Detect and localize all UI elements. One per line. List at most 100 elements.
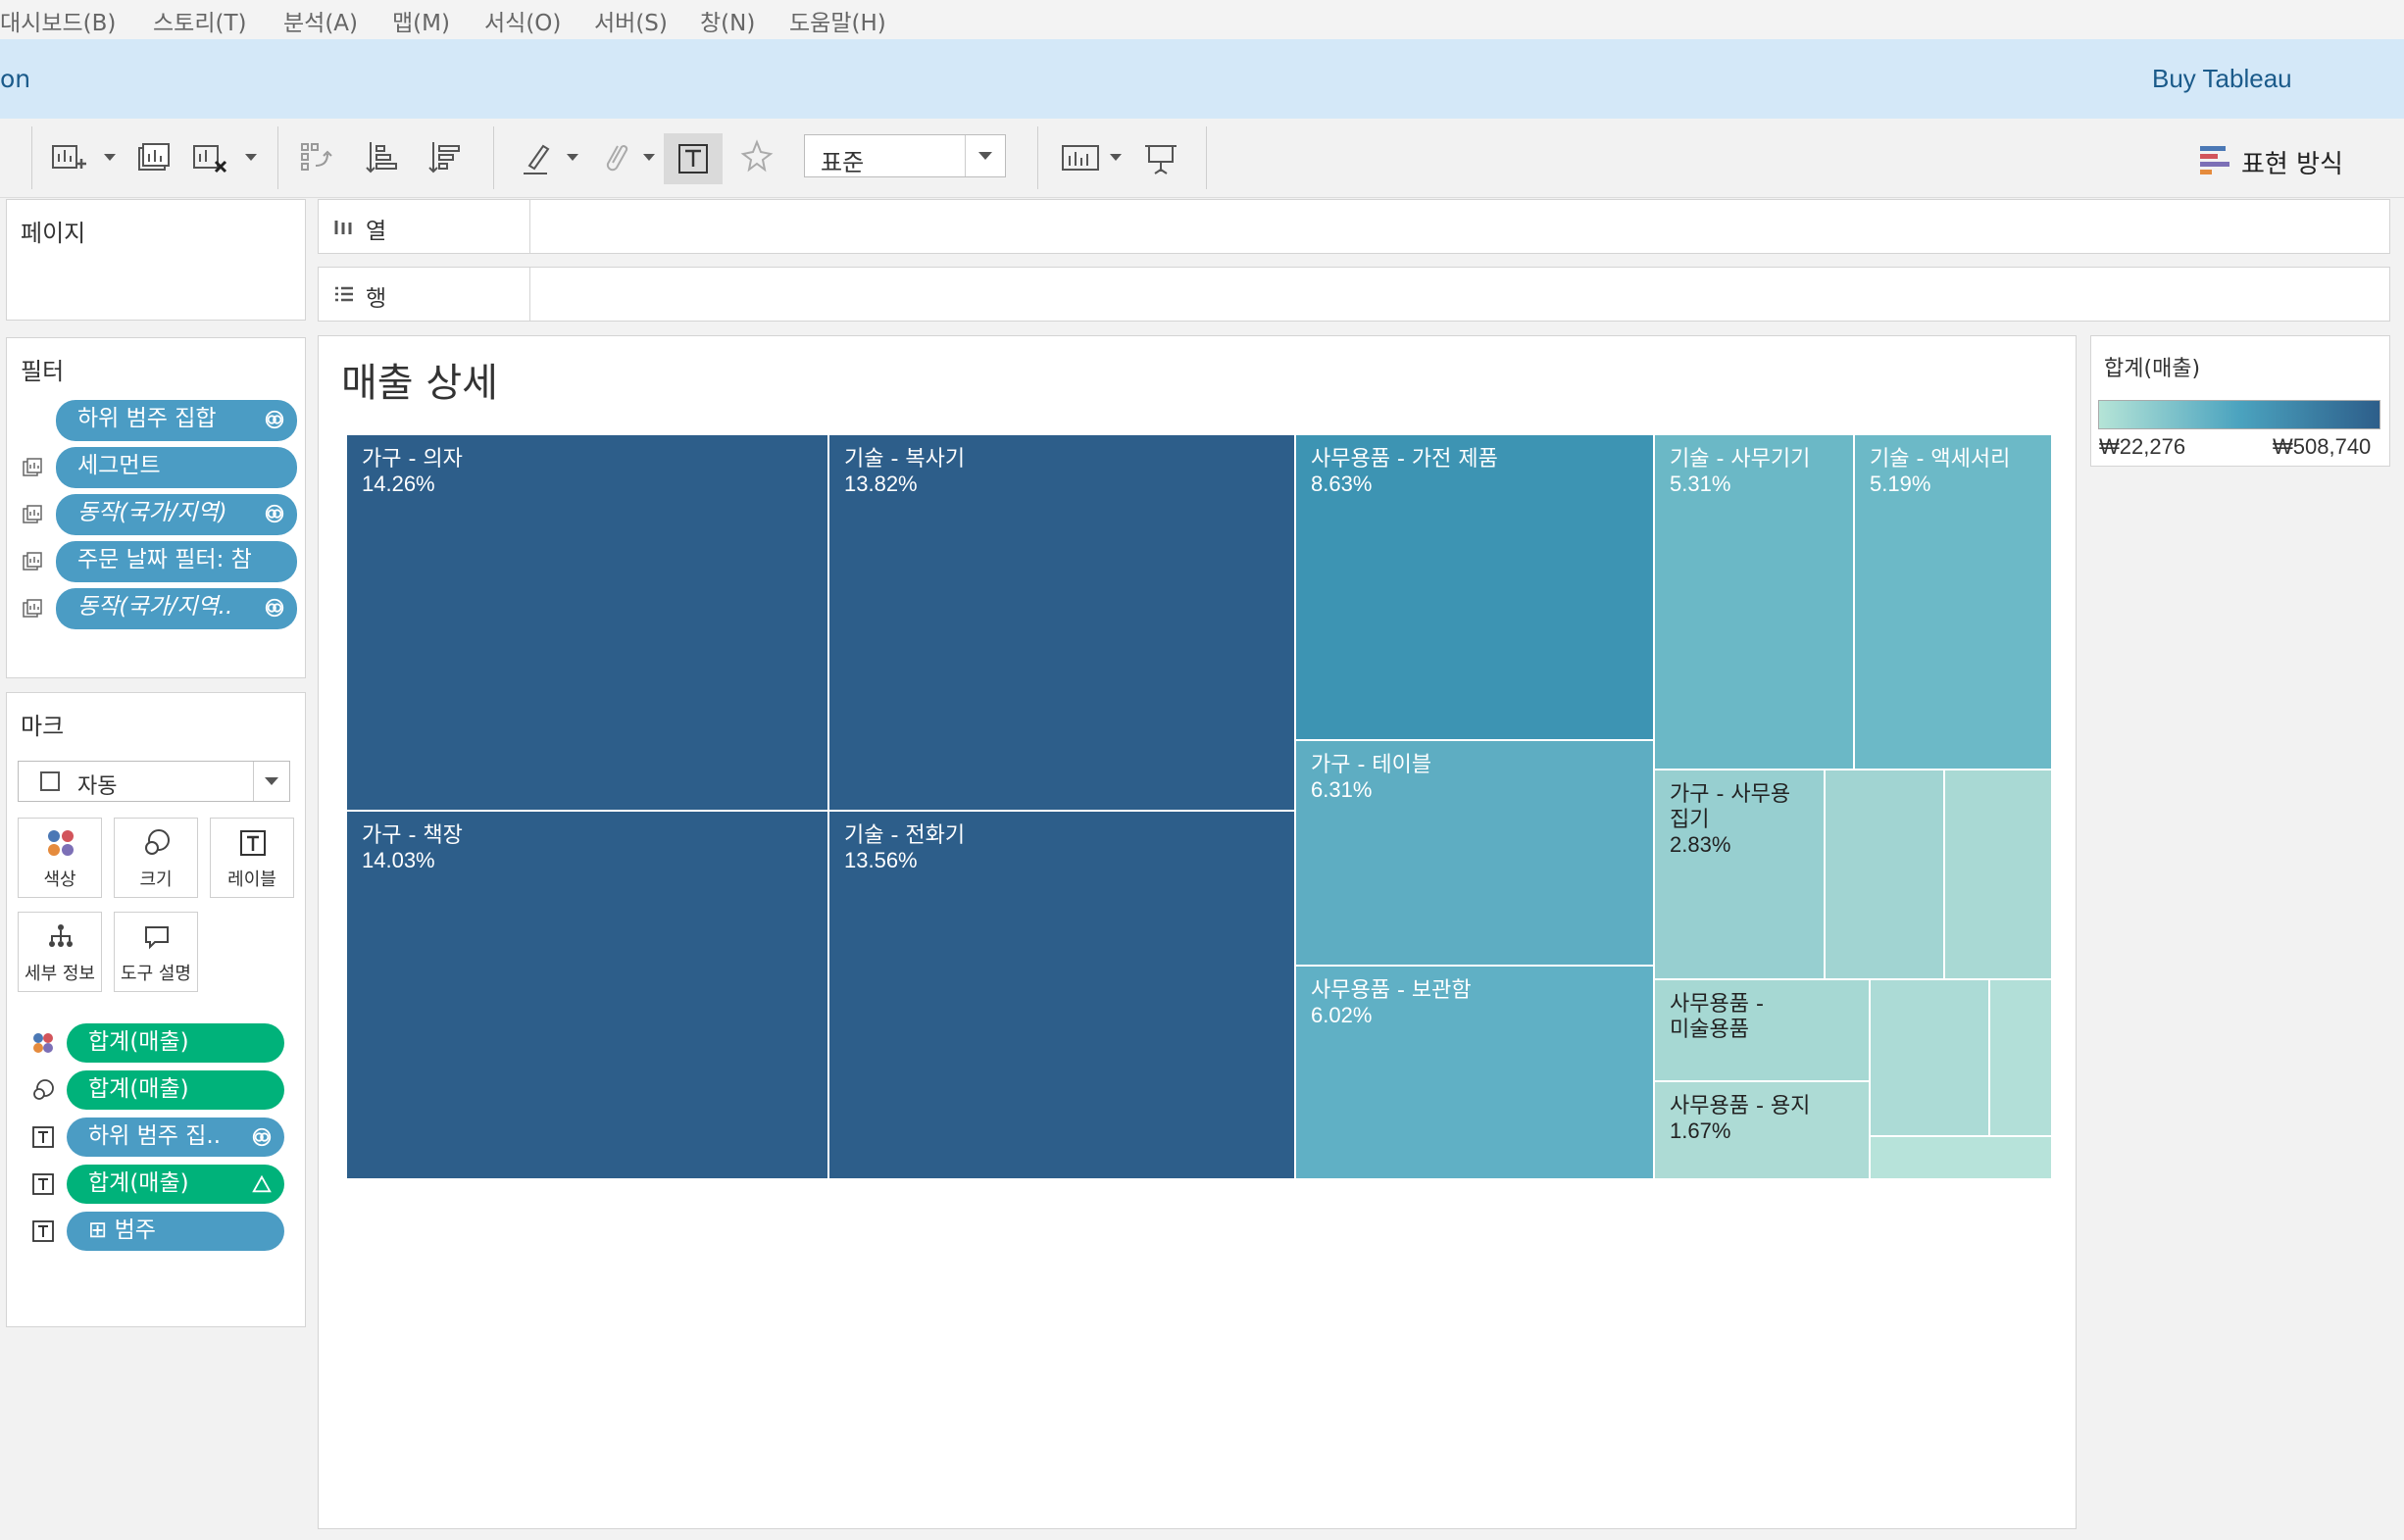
chevron-down-icon[interactable]: [253, 762, 289, 801]
label-icon: [32, 1173, 54, 1195]
treemap-cell[interactable]: [1988, 978, 2052, 1137]
fit-select[interactable]: 표준: [804, 134, 1006, 177]
show-me-icon: [2200, 146, 2229, 174]
menu-item[interactable]: 스토리(T): [153, 4, 246, 37]
mark-pill[interactable]: 하위 범주 집..: [67, 1118, 284, 1157]
highlight-icon[interactable]: [516, 136, 559, 179]
pages-panel: 페이지: [6, 199, 306, 321]
treemap-cell-value: 13.82%: [844, 472, 918, 496]
filter-pill[interactable]: 동작(국가/지역): [56, 494, 297, 535]
filter-pill[interactable]: 하위 범주 집합: [56, 400, 297, 441]
treemap-cell-label: 기술 - 전화기: [844, 823, 965, 848]
menu-item[interactable]: 맵(M): [392, 4, 450, 37]
attach-icon[interactable]: [592, 136, 635, 179]
context-filter-icon: [23, 458, 42, 476]
shelf-divider: [529, 200, 530, 253]
treemap-cell-label: 기술 - 복사기: [844, 447, 965, 472]
presentation-dropdown[interactable]: [1110, 154, 1122, 161]
highlight-dropdown[interactable]: [567, 154, 578, 161]
rows-label: 행: [366, 286, 387, 312]
treemap-cell[interactable]: [1824, 769, 1945, 980]
show-mark-labels-button[interactable]: [664, 133, 723, 184]
detail-icon: [49, 924, 73, 947]
treemap-cell-label: 기술 - 사무기기: [1670, 447, 1810, 472]
new-worksheet-icon[interactable]: [47, 136, 90, 179]
top-banner: on Buy Tableau: [0, 39, 2404, 119]
mark-type-select[interactable]: 자동: [18, 761, 290, 802]
mark-pill[interactable]: 합계(매출): [67, 1023, 284, 1063]
treemap-chart: 가구 - 의자14.26% 가구 - 책장14.03% 기술 - 복사기13.82%…: [346, 434, 2052, 1179]
chevron-down-icon[interactable]: [965, 135, 1005, 176]
rows-shelf[interactable]: 행: [318, 267, 2390, 322]
duplicate-sheet-icon[interactable]: [131, 136, 175, 179]
legend-min: ₩22,276: [2099, 434, 2186, 459]
mark-pill[interactable]: 합계(매출): [67, 1165, 284, 1204]
treemap-cell-label: 가구 - 의자: [362, 447, 463, 472]
tooltip-button[interactable]: 도구 설명: [114, 912, 198, 992]
treemap-cell-label: 기술 - 액세서리: [1870, 447, 2010, 472]
toolbar: 표준 표현 방식: [0, 119, 2404, 198]
menu-item[interactable]: 분석(A): [283, 4, 358, 37]
mark-pill-label: ⊞ 범주: [88, 1217, 156, 1243]
menu-item[interactable]: 서버(S): [594, 4, 668, 37]
mark-pill[interactable]: ⊞ 범주: [67, 1212, 284, 1251]
clear-sheet-dropdown[interactable]: [245, 154, 257, 161]
color-icon: [33, 1033, 53, 1053]
sort-ascending-icon[interactable]: [363, 136, 406, 179]
filter-pill-label: 동작(국가/지역..: [77, 594, 233, 620]
menu-item[interactable]: 창(N): [700, 4, 755, 37]
sort-descending-icon[interactable]: [426, 136, 469, 179]
attach-dropdown[interactable]: [643, 154, 655, 161]
menu-item[interactable]: 서식(O): [484, 4, 561, 37]
treemap-cell-label: 가구 - 사무용: [1670, 782, 1790, 807]
label-icon: [32, 1220, 54, 1242]
detail-label: 세부 정보: [25, 964, 95, 984]
set-icon: [252, 1127, 272, 1147]
treemap-cell-value: 2.83%: [1670, 832, 1730, 857]
set-icon: [265, 410, 284, 429]
buy-tableau-link[interactable]: Buy Tableau: [2152, 64, 2292, 94]
color-icon: [48, 830, 74, 856]
new-worksheet-dropdown[interactable]: [104, 154, 116, 161]
mark-pill[interactable]: 합계(매출): [67, 1070, 284, 1110]
treemap-cell-label: 미술용품: [1670, 1018, 1749, 1042]
filter-pill[interactable]: 주문 날짜 필터: 참: [56, 541, 297, 582]
pin-icon[interactable]: [735, 136, 778, 179]
treemap-cell[interactable]: [1869, 978, 1990, 1137]
swap-rows-columns-icon[interactable]: [296, 136, 339, 179]
filter-pill[interactable]: 세그먼트: [56, 447, 297, 488]
color-label: 색상: [43, 869, 76, 890]
treemap-cell-label: 사무용품 -: [1670, 992, 1764, 1017]
menu-item[interactable]: 도움말(H): [789, 4, 886, 37]
legend-title: 합계(매출): [2104, 357, 2201, 381]
size-button[interactable]: 크기: [114, 818, 198, 898]
legend-gradient: [2098, 400, 2380, 429]
menu-bar: 대시보드(B) 스토리(T) 분석(A) 맵(M) 서식(O) 서버(S) 창(N) 도움말(…: [0, 0, 2404, 39]
size-icon: [145, 829, 170, 855]
treemap-cell-value: 5.31%: [1670, 472, 1730, 496]
label-icon: [32, 1126, 54, 1148]
treemap-cell-label: 사무용품 - 가전 제품: [1311, 447, 1498, 472]
treemap-cell[interactable]: [1869, 1135, 2052, 1179]
banner-title: on: [0, 65, 31, 93]
label-button[interactable]: 레이블: [210, 818, 294, 898]
treemap-cell-value: 5.19%: [1870, 472, 1930, 496]
color-button[interactable]: 색상: [18, 818, 102, 898]
presentation-chart-icon[interactable]: [1059, 136, 1102, 179]
filter-pill[interactable]: 동작(국가/지역..: [56, 588, 297, 629]
treemap-cell-value: 1.67%: [1670, 1118, 1730, 1143]
set-icon: [265, 598, 284, 618]
pages-title: 페이지: [21, 220, 86, 247]
clear-sheet-icon[interactable]: [188, 136, 231, 179]
set-icon: [265, 504, 284, 523]
treemap-cell[interactable]: [1943, 769, 2052, 980]
tooltip-icon: [145, 926, 169, 950]
label-label: 레이블: [227, 869, 276, 890]
detail-button[interactable]: 세부 정보: [18, 912, 102, 992]
label-icon: [240, 830, 266, 856]
menu-item[interactable]: 대시보드(B): [0, 4, 116, 37]
mark-pill-label: 합계(매출): [88, 1076, 189, 1102]
present-mode-icon[interactable]: [1139, 136, 1182, 179]
columns-shelf[interactable]: 열: [318, 199, 2390, 254]
filter-pill-label: 하위 범주 집합: [77, 406, 217, 431]
